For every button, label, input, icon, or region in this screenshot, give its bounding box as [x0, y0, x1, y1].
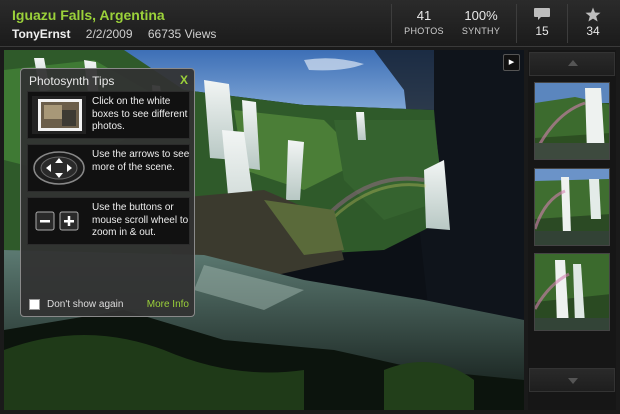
thumbnail-image	[535, 254, 609, 330]
photo-box-icon	[32, 96, 86, 134]
photos-stat: 41 PHOTOS	[398, 8, 450, 36]
triangle-up-icon	[568, 60, 578, 66]
tip-photo-boxes: Click on the white boxes to see differen…	[27, 91, 190, 139]
zoom-buttons-icon	[35, 211, 79, 231]
tip-arrows: Use the arrows to see more of the scene.	[27, 144, 190, 192]
scroll-down-button[interactable]	[529, 368, 615, 392]
speech-bubble-icon	[534, 8, 550, 20]
thumbnail-sidebar	[528, 50, 616, 410]
comments-count: 15	[535, 24, 549, 38]
synthy-value: 100%	[464, 8, 498, 23]
photos-count: 41	[416, 8, 432, 23]
photos-label: PHOTOS	[404, 26, 444, 36]
scroll-up-button[interactable]	[529, 52, 615, 76]
photo-thumbnail[interactable]	[534, 82, 610, 160]
tips-close-button[interactable]: X	[180, 73, 188, 87]
tip-zoom: Use the buttons or mouse scroll wheel to…	[27, 197, 190, 245]
arrow-pad-icon	[33, 151, 85, 185]
photosynth-tips-panel: Photosynth Tips X Click on the white box…	[20, 68, 195, 317]
synth-title[interactable]: Iguazu Falls, Argentina	[12, 7, 165, 23]
synthy-stat: 100% SYNTHY	[454, 8, 508, 36]
divider	[391, 4, 392, 43]
view-count: 66735 Views	[147, 27, 217, 41]
synth-meta: TonyErnst 2/2/2009 66735 Views	[12, 27, 216, 41]
upload-date: 2/2/2009	[85, 27, 133, 41]
author-link[interactable]: TonyErnst	[12, 27, 70, 41]
photo-thumbnail[interactable]	[534, 253, 610, 331]
tip-text: Click on the white boxes to see differen…	[92, 96, 188, 132]
thumbnail-image	[535, 83, 609, 159]
divider	[516, 4, 517, 43]
dont-show-label[interactable]: Don't show again	[47, 299, 123, 310]
expand-button[interactable]: ▸	[503, 54, 520, 71]
tip-text: Use the buttons or mouse scroll wheel to…	[92, 202, 189, 238]
tip-text: Use the arrows to see more of the scene.	[92, 149, 190, 173]
thumbnail-image	[535, 169, 609, 245]
star-icon	[585, 7, 601, 22]
tips-title: Photosynth Tips	[29, 74, 115, 88]
divider	[567, 4, 568, 43]
favorite-button[interactable]: 34	[573, 7, 613, 38]
triangle-down-icon	[568, 378, 578, 384]
synthy-label: SYNTHY	[461, 26, 501, 36]
photo-thumbnail[interactable]	[534, 168, 610, 246]
comments-button[interactable]: 15	[522, 7, 562, 38]
favorites-count: 34	[586, 24, 600, 38]
chevron-right-icon: ▸	[508, 56, 515, 68]
more-info-link[interactable]: More Info	[147, 299, 189, 310]
header-bar: Iguazu Falls, Argentina TonyErnst 2/2/20…	[0, 0, 620, 47]
dont-show-checkbox[interactable]	[29, 299, 40, 310]
